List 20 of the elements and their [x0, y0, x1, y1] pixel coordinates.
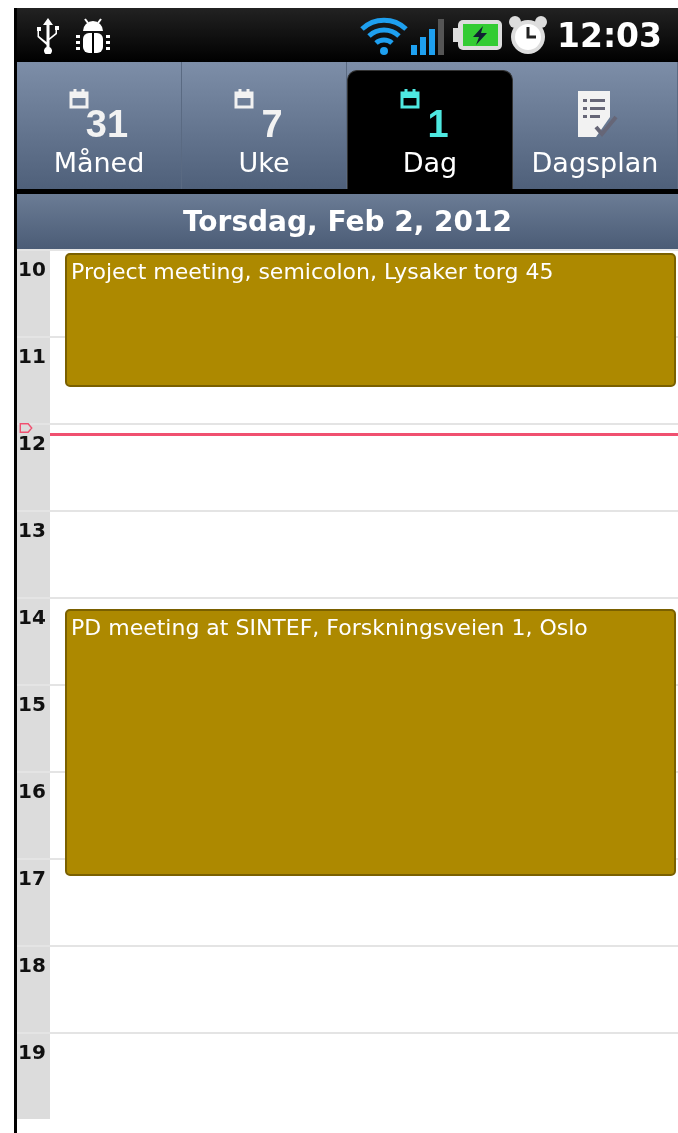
hour-label: 16 [18, 779, 46, 803]
view-tab[interactable]: Dagsplan [513, 62, 678, 189]
date-header: Torsdag, Feb 2, 2012 [17, 194, 678, 249]
hour-label: 14 [18, 605, 46, 629]
clock-time: 12:03 [556, 18, 662, 52]
calendar-event[interactable]: PD meeting at SINTEF, Forskningsveien 1, Oslo [65, 609, 676, 876]
hour-label: 18 [18, 953, 46, 977]
hour-label: 10 [18, 257, 46, 281]
hour-label: 11 [18, 344, 46, 368]
hour-label: 12 [18, 431, 46, 455]
battery-charging-icon [452, 18, 503, 52]
current-time-marker-icon [17, 423, 35, 433]
view-tab[interactable]: 31 Måned [17, 62, 182, 189]
calendar-event[interactable]: Project meeting, semicolon, Lysaker torg 45 [65, 253, 676, 387]
alarm-clock-icon [506, 14, 549, 56]
hour-label: 17 [18, 866, 46, 890]
hour-label: 19 [18, 1040, 46, 1064]
hour-label: 13 [18, 518, 46, 542]
view-tab[interactable]: 1 Dag [347, 70, 513, 189]
hour-label: 15 [18, 692, 46, 716]
